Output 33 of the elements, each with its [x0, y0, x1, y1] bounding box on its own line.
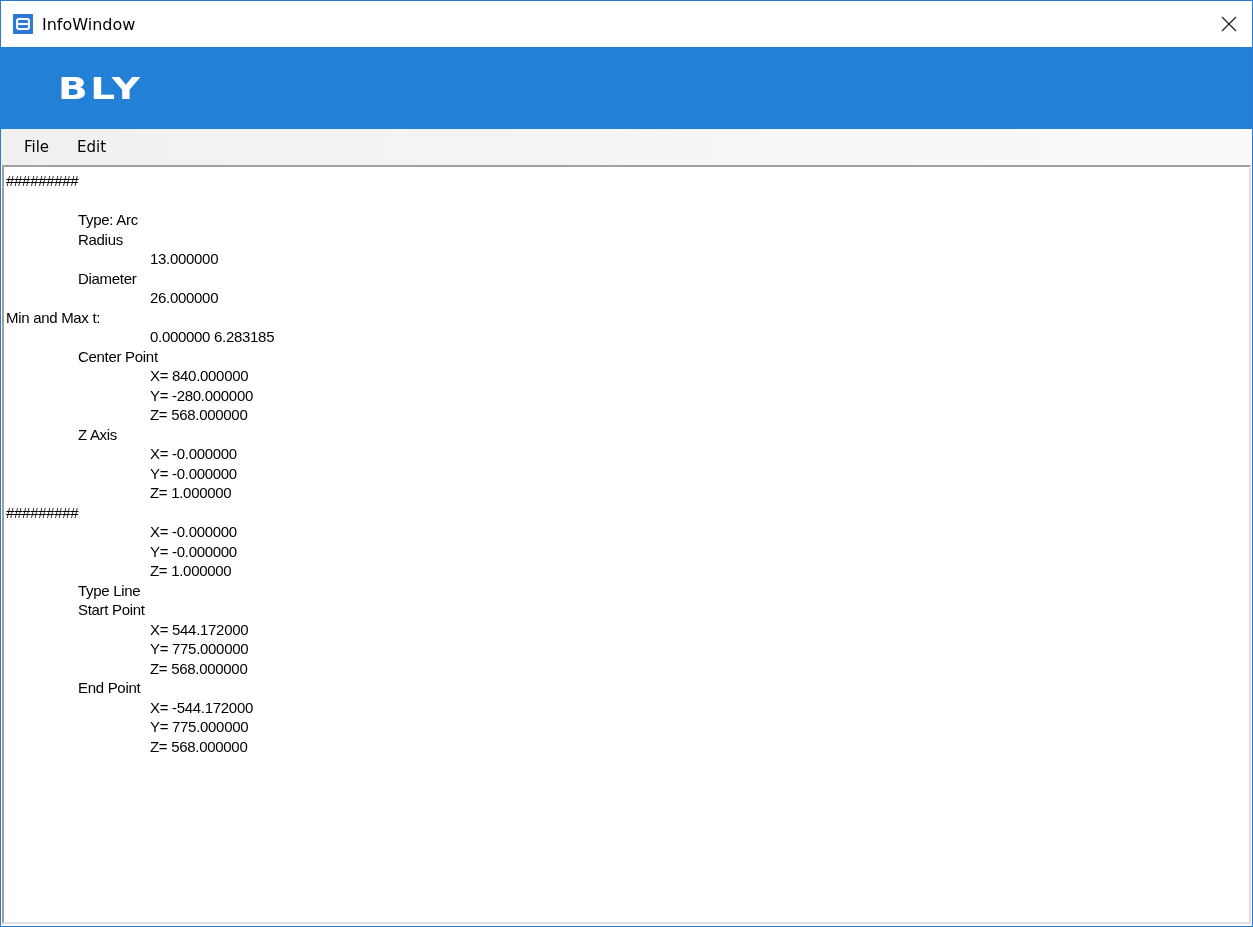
text-line: Z= 1.000000	[149, 483, 232, 503]
text-line: 13.000000	[149, 249, 219, 269]
text-line: Start Point	[77, 600, 145, 620]
text-line: Center Point	[77, 346, 158, 366]
menu-item[interactable]: Edit	[66, 134, 118, 160]
text-line: #########	[6, 171, 79, 191]
menu-item[interactable]: File	[13, 134, 61, 160]
text-line: X= 544.172000	[149, 619, 249, 639]
text-line: End Point	[77, 678, 141, 698]
text-line: Z= 568.000000	[149, 405, 248, 425]
text-line: Z= 568.000000	[149, 736, 248, 756]
text-line: X= -0.000000	[149, 522, 237, 542]
text-line: Z Axis	[77, 424, 118, 444]
text-line: #########	[6, 502, 79, 522]
text-line: X= -0.000000	[149, 444, 237, 464]
text-line: Type Line	[77, 580, 141, 600]
text-line: Min and Max t:	[6, 307, 101, 327]
text-line: Type: Arc	[77, 210, 138, 230]
text-line: Z= 1.000000	[149, 561, 232, 581]
text-line: Z= 568.000000	[149, 658, 248, 678]
text-line: Y= 775.000000	[149, 717, 249, 737]
text-line: Y= -280.000000	[149, 385, 253, 405]
logo: BLY	[58, 70, 143, 106]
text-line: X= 840.000000	[149, 366, 249, 386]
text-line: 0.000000 6.283185	[149, 327, 275, 347]
text-line: Y= -0.000000	[149, 463, 237, 483]
window-title: InfoWindow	[42, 14, 136, 34]
text-line: X= -544.172000	[149, 697, 253, 717]
text-line: Y= -0.000000	[149, 541, 237, 561]
text-line: Radius	[77, 229, 123, 249]
text-line: 26.000000	[149, 288, 219, 308]
text-line: Y= 775.000000	[149, 639, 249, 659]
text-line: Diameter	[77, 268, 137, 288]
